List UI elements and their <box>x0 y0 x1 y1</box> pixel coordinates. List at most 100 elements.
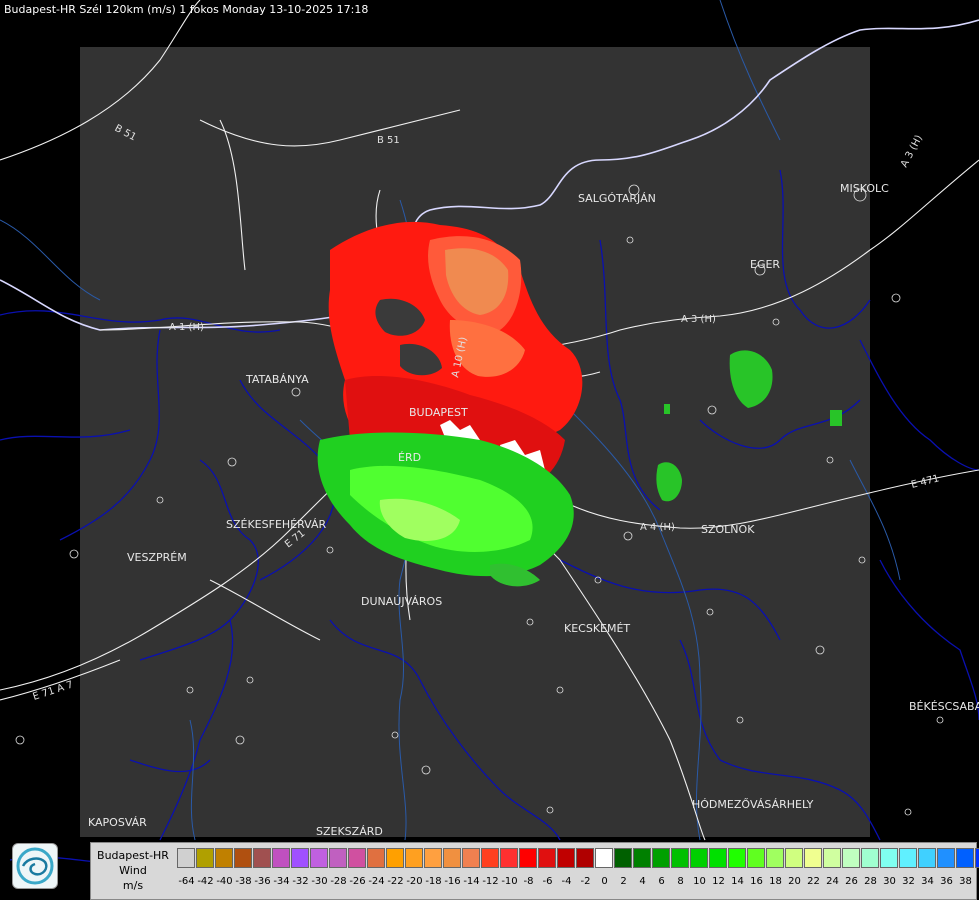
city-label-veszprem: VESZPRÉM <box>127 551 187 564</box>
legend-swatch <box>747 848 765 868</box>
legend-swatch <box>253 848 271 868</box>
legend-tick-label: -40 <box>216 876 233 887</box>
map-title: Budapest-HR Szél 120km (m/s) 1 fokos Mon… <box>4 3 369 16</box>
city-label-erd: ÉRD <box>398 451 421 464</box>
legend-tick-label: -6 <box>542 876 553 887</box>
legend-tick-label: 12 <box>712 876 725 887</box>
legend-tick-label: -4 <box>561 876 572 887</box>
legend-tick-label: 30 <box>883 876 896 887</box>
legend-tick-label: -64 <box>178 876 195 887</box>
legend-swatch <box>918 848 936 868</box>
legend-tick-label: -8 <box>523 876 534 887</box>
legend-tick-label: -26 <box>349 876 366 887</box>
legend-tick-label: 24 <box>826 876 839 887</box>
legend-swatch <box>595 848 613 868</box>
legend-tick-label: 22 <box>807 876 820 887</box>
legend-tick-label: -34 <box>273 876 290 887</box>
legend-swatch <box>785 848 803 868</box>
road-label-a4: A 4 (H) <box>640 522 675 533</box>
city-label-szekesfehervar: SZÉKESFEHÉRVÁR <box>226 518 327 531</box>
legend-tick-label: 28 <box>864 876 877 887</box>
legend-tick-label: 4 <box>639 876 646 887</box>
legend-tick-label: -2 <box>580 876 591 887</box>
legend-tick-label: -38 <box>235 876 252 887</box>
legend-swatch <box>386 848 404 868</box>
legend-tick-label: 34 <box>921 876 934 887</box>
legend-tick-label: -10 <box>501 876 518 887</box>
legend-tick-label: 2 <box>620 876 627 887</box>
legend-tick-label: -20 <box>406 876 423 887</box>
legend-swatch <box>671 848 689 868</box>
legend-swatch <box>690 848 708 868</box>
legend-swatch <box>310 848 328 868</box>
road-label-a1: A 1 (H) <box>169 322 204 333</box>
city-label-szolnok: SZOLNOK <box>701 523 755 536</box>
city-label-miskolc: MISKOLC <box>840 182 889 195</box>
legend-station: Budapest-HR <box>97 849 169 862</box>
city-label-tatabanya: TATABÁNYA <box>245 373 309 386</box>
legend-tick-label: 38 <box>959 876 972 887</box>
legend-swatch <box>861 848 879 868</box>
legend-swatch <box>196 848 214 868</box>
legend-swatch <box>329 848 347 868</box>
legend-swatch <box>633 848 651 868</box>
radar-map[interactable]: SALGÓTARJÁN MISKOLC EGER TATABÁNYA BUDAP… <box>0 0 979 900</box>
legend-swatch <box>500 848 518 868</box>
legend-title: Budapest-HR Wind m/s <box>91 848 175 893</box>
city-label-hodmezovasarhely: HÓDMEZŐVÁSÁRHELY <box>692 797 814 811</box>
legend-swatch <box>937 848 955 868</box>
legend-swatch <box>272 848 290 868</box>
legend-swatch <box>367 848 385 868</box>
city-label-dunaujvaros: DUNAÚJVÁROS <box>361 595 442 608</box>
legend-swatch <box>804 848 822 868</box>
legend-swatch <box>538 848 556 868</box>
legend-tick-label: 14 <box>731 876 744 887</box>
legend-swatch <box>880 848 898 868</box>
legend-tick-label: -42 <box>197 876 214 887</box>
city-label-bekescsaba: BÉKÉSCSABA <box>909 700 979 713</box>
legend-unit: m/s <box>122 879 144 892</box>
city-label-kecskemet: KECSKEMÉT <box>564 622 630 635</box>
legend-tick-label: -16 <box>444 876 461 887</box>
legend-swatch <box>557 848 575 868</box>
legend-swatch <box>709 848 727 868</box>
legend-swatch <box>728 848 746 868</box>
city-label-szekszard: SZEKSZÁRD <box>316 825 383 838</box>
legend-tick-label: 0 <box>601 876 608 887</box>
legend-swatch <box>842 848 860 868</box>
legend-swatch <box>424 848 442 868</box>
legend-swatch <box>576 848 594 868</box>
legend-tick-label: -30 <box>311 876 328 887</box>
legend-ticks: -64 -42 -40 -38 -36 -34 -32 -30 -28 -26 -24 -22 -20-… <box>177 876 979 890</box>
legend-tick-label: 18 <box>769 876 782 887</box>
legend-swatch <box>652 848 670 868</box>
legend-swatch <box>177 848 195 868</box>
legend-swatch <box>481 848 499 868</box>
legend-tick-label: 8 <box>677 876 684 887</box>
legend-swatch <box>766 848 784 868</box>
legend-tick-label: -28 <box>330 876 347 887</box>
legend-swatches <box>177 848 979 868</box>
road-label-b51-north: B 51 <box>377 135 400 146</box>
legend-swatch <box>443 848 461 868</box>
legend-quantity: Wind <box>119 864 147 877</box>
legend-tick-label: -32 <box>292 876 309 887</box>
legend-tick-label: -14 <box>463 876 480 887</box>
legend-swatch <box>899 848 917 868</box>
legend-tick-label: -18 <box>425 876 442 887</box>
legend-tick-label: 36 <box>940 876 953 887</box>
legend-swatch <box>215 848 233 868</box>
legend-swatch <box>291 848 309 868</box>
legend-tick-label: -22 <box>387 876 404 887</box>
wind-color-legend: Budapest-HR Wind m/s -64 -42 -40 -38 -36 -34-… <box>90 842 979 900</box>
met-service-logo <box>12 843 58 889</box>
legend-swatch <box>348 848 366 868</box>
legend-tick-label: 32 <box>902 876 915 887</box>
legend-tick-label: 16 <box>750 876 763 887</box>
city-label-kaposvar: KAPOSVÁR <box>88 816 147 829</box>
city-label-budapest: BUDAPEST <box>409 406 468 419</box>
legend-swatch <box>956 848 974 868</box>
legend-tick-label: 10 <box>693 876 706 887</box>
legend-swatch <box>614 848 632 868</box>
legend-tick-label: 6 <box>658 876 665 887</box>
